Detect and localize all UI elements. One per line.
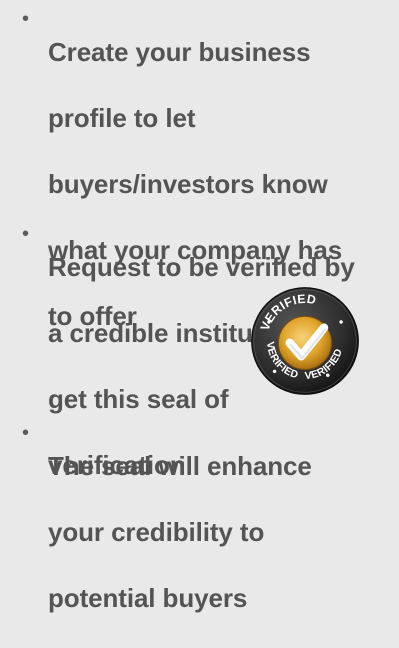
bullet-marker: •	[22, 8, 30, 30]
verified-seal-icon: VERIFIED VERIFIED VERIFIED	[251, 287, 359, 395]
bullet-line: potential buyers	[48, 583, 248, 613]
bullet-line: profile to let	[48, 103, 196, 133]
bullet-line: your credibility to	[48, 517, 265, 547]
bullet-line: get this seal of	[48, 384, 229, 414]
bullet-line: Request to be verified by	[48, 252, 355, 282]
slide: • Create your business profile to let bu…	[0, 0, 399, 613]
bullet-text: The seal will enhance your credibility t…	[48, 417, 393, 648]
bullet-line: Create your business	[48, 37, 311, 67]
bullet-line: buyers/investors know	[48, 169, 328, 199]
bullet-marker: •	[22, 223, 30, 245]
bullet-marker: •	[22, 422, 30, 444]
bullet-line: The seal will enhance	[48, 451, 312, 481]
